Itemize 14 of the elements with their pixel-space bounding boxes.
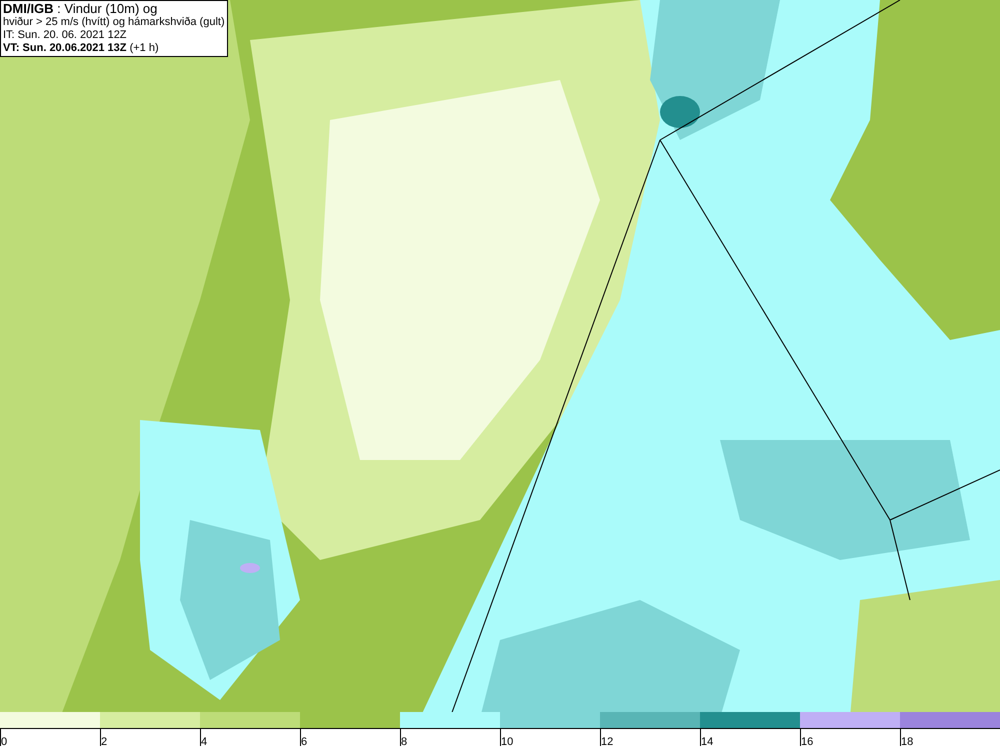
legend-label: 12 bbox=[601, 736, 614, 747]
title-line: hviður > 25 m/s (hvítt) og hámarkshviða (gult) bbox=[3, 16, 225, 29]
legend-label: 2 bbox=[101, 736, 108, 747]
title-line: DMI/IGB : Vindur (10m) og bbox=[3, 2, 158, 16]
title-line: VT: Sun. 20.06.2021 13Z (+1 h) bbox=[3, 42, 160, 55]
legend-label: 10 bbox=[501, 736, 514, 747]
legend-label: 4 bbox=[201, 736, 208, 747]
legend-label: 6 bbox=[301, 736, 308, 747]
legend-label: 14 bbox=[701, 736, 714, 747]
legend-label: 8 bbox=[401, 736, 408, 747]
legend-label: 18 bbox=[901, 736, 914, 747]
title-line: IT: Sun. 20. 06. 2021 12Z bbox=[3, 29, 128, 42]
legend-label: 0 bbox=[1, 736, 8, 747]
legend-label: 16 bbox=[801, 736, 814, 747]
